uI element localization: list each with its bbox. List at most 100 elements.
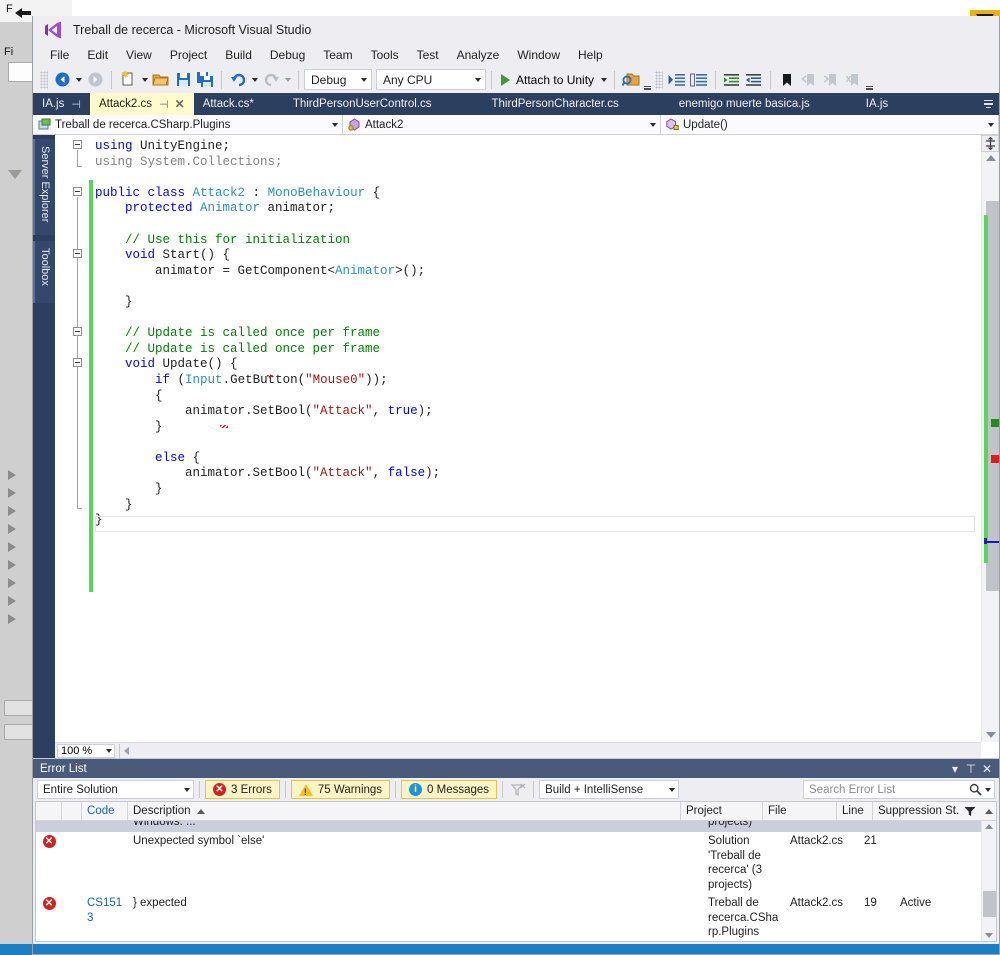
solution-configuration-value: Debug	[311, 72, 347, 87]
row-code[interactable]: CS1513	[82, 894, 128, 941]
tab-ia-js[interactable]: IA.js	[840, 93, 914, 115]
pin-icon[interactable]: ⊣	[159, 98, 169, 111]
scroll-down-icon[interactable]	[985, 933, 993, 938]
editor-vertical-scrollbar[interactable]	[981, 135, 999, 742]
table-row[interactable]: ✕ Unexpected symbol `else' Solution 'Tre…	[36, 832, 981, 894]
code-text[interactable]: using UnityEngine; using System.Collectio…	[95, 139, 981, 529]
sidebar-item-toolbox[interactable]: Toolbox	[33, 241, 55, 303]
find-overflow-icon[interactable]	[642, 69, 652, 91]
menu-window[interactable]: Window	[508, 46, 569, 64]
undo-dropdown[interactable]	[249, 69, 260, 91]
grid-scroll-up-icon[interactable]	[981, 802, 996, 820]
type-dropdown[interactable]: Attack2	[343, 115, 661, 134]
errors-filter-button[interactable]: ✕ 3 Errors	[205, 780, 280, 799]
toolbar-overflow-icon[interactable]	[864, 69, 874, 91]
comment-selection-icon[interactable]	[666, 69, 688, 91]
code-line: if (Input.GetButton("Mouse0"));	[155, 372, 388, 387]
table-row[interactable]: Windows. ... projects)	[36, 821, 981, 832]
menu-project[interactable]: Project	[161, 46, 216, 64]
column-filter-icon[interactable]	[959, 802, 981, 820]
tab-thirdpersonusercontrol-cs[interactable]: ThirdPersonUserControl.cs	[263, 93, 462, 115]
uncomment-selection-icon[interactable]	[688, 69, 710, 91]
increase-indent-icon[interactable]	[721, 69, 743, 91]
scroll-down-icon[interactable]	[986, 732, 996, 738]
bookmark-icon[interactable]	[776, 69, 798, 91]
undo-icon[interactable]	[227, 69, 249, 91]
new-item-icon[interactable]	[117, 69, 139, 91]
messages-filter-button[interactable]: i 0 Messages	[401, 780, 498, 799]
save-all-icon[interactable]	[194, 69, 216, 91]
code-line: void Start() {	[125, 248, 231, 263]
build-filter-dropdown[interactable]: Build + IntelliSense	[539, 780, 680, 799]
search-error-list-input[interactable]: Search Error List	[803, 780, 995, 799]
scroll-track[interactable]	[984, 167, 999, 724]
error-icon: ✕	[213, 783, 226, 796]
error-list-rows[interactable]: Windows. ... projects) ✕ Unexpected symb…	[36, 821, 996, 941]
menu-test[interactable]: Test	[408, 46, 448, 64]
tab-attack-cs[interactable]: Attack.cs*	[194, 93, 263, 115]
search-icon[interactable]	[969, 783, 982, 796]
menu-tools[interactable]: Tools	[362, 46, 408, 64]
member-dropdown[interactable]: Update()	[661, 115, 999, 134]
panel-menu-icon[interactable]: ▾	[947, 761, 963, 777]
find-in-files-icon[interactable]	[620, 69, 642, 91]
error-list-grid[interactable]: Code Description Project File Line Suppr…	[35, 801, 997, 942]
column-line[interactable]: Line	[837, 802, 873, 820]
navigate-back-dropdown[interactable]	[73, 69, 84, 91]
menu-analyze[interactable]: Analyze	[448, 46, 509, 64]
pin-icon[interactable]: ⊣	[71, 98, 81, 111]
solution-platform-dropdown[interactable]: Any CPU	[376, 69, 486, 90]
scope-dropdown[interactable]: Entire Solution	[37, 780, 194, 799]
zoom-level-dropdown[interactable]: 100 %	[57, 743, 115, 758]
menu-team[interactable]: Team	[314, 46, 361, 64]
column-file[interactable]: File	[763, 802, 837, 820]
column-code[interactable]: Code	[82, 802, 128, 820]
search-options-icon[interactable]	[985, 787, 991, 792]
panel-close-icon[interactable]: ✕	[979, 761, 995, 777]
attach-target-dropdown[interactable]	[598, 69, 609, 91]
menu-edit[interactable]: Edit	[78, 46, 117, 64]
column-severity[interactable]	[36, 802, 62, 820]
column-blank[interactable]	[62, 802, 82, 820]
warnings-filter-button[interactable]: 75 Warnings	[290, 780, 391, 799]
scroll-up-icon[interactable]	[985, 824, 993, 829]
decrease-indent-icon[interactable]	[743, 69, 765, 91]
menu-view[interactable]: View	[117, 46, 161, 64]
overview-marker-red[interactable]	[991, 455, 999, 463]
column-suppression-state[interactable]: Suppression St...	[873, 802, 959, 820]
tab-thirdpersoncharacter-cs[interactable]: ThirdPersonCharacter.cs	[462, 93, 649, 115]
error-list-scrollbar[interactable]	[981, 821, 996, 941]
close-icon[interactable]: ✕	[175, 97, 185, 111]
overview-marker-green[interactable]	[991, 419, 999, 427]
tab-attack2-cs[interactable]: Attack2.cs ⊣ ✕	[89, 93, 194, 115]
outlining-margin[interactable]	[73, 139, 91, 742]
split-view-icon[interactable]	[981, 135, 999, 152]
code-pane[interactable]: using UnityEngine; using System.Collectio…	[55, 135, 981, 742]
tab-ia-js-pinned[interactable]: IA.js ⊣	[33, 93, 90, 115]
menu-debug[interactable]: Debug	[261, 46, 314, 64]
scroll-up-icon[interactable]	[986, 155, 996, 161]
tab-enemigo-muerte-basica-js[interactable]: enemigo muerte basica.js	[649, 93, 840, 115]
sidebar-item-server-explorer[interactable]: Server Explorer	[33, 139, 55, 235]
panel-pin-icon[interactable]: ⊤	[963, 761, 979, 777]
toolbar-grip-2[interactable]	[655, 70, 664, 89]
menu-build[interactable]: Build	[216, 46, 261, 64]
column-project[interactable]: Project	[681, 802, 763, 820]
scroll-thumb[interactable]	[983, 891, 996, 917]
menu-file[interactable]: File	[41, 46, 78, 64]
open-file-icon[interactable]	[150, 69, 172, 91]
attach-to-unity-button[interactable]: Attach to Unity	[497, 69, 598, 91]
navigate-back-icon[interactable]	[51, 69, 73, 91]
code-editor[interactable]: using UnityEngine; using System.Collectio…	[55, 135, 999, 758]
new-item-dropdown[interactable]	[139, 69, 150, 91]
save-icon[interactable]	[172, 69, 194, 91]
project-dropdown[interactable]: Treball de recerca.CSharp.Plugins	[33, 115, 343, 134]
editor-horizontal-scrollbar[interactable]	[129, 743, 981, 758]
solution-configuration-dropdown[interactable]: Debug	[304, 69, 372, 90]
toolbar-grip[interactable]	[40, 70, 48, 89]
tab-overflow-icon[interactable]	[977, 93, 999, 115]
menu-help[interactable]: Help	[569, 46, 612, 64]
table-row[interactable]: ✕ CS1513 } expected Treball de recerca.C…	[36, 894, 981, 941]
column-description[interactable]: Description	[128, 802, 681, 820]
